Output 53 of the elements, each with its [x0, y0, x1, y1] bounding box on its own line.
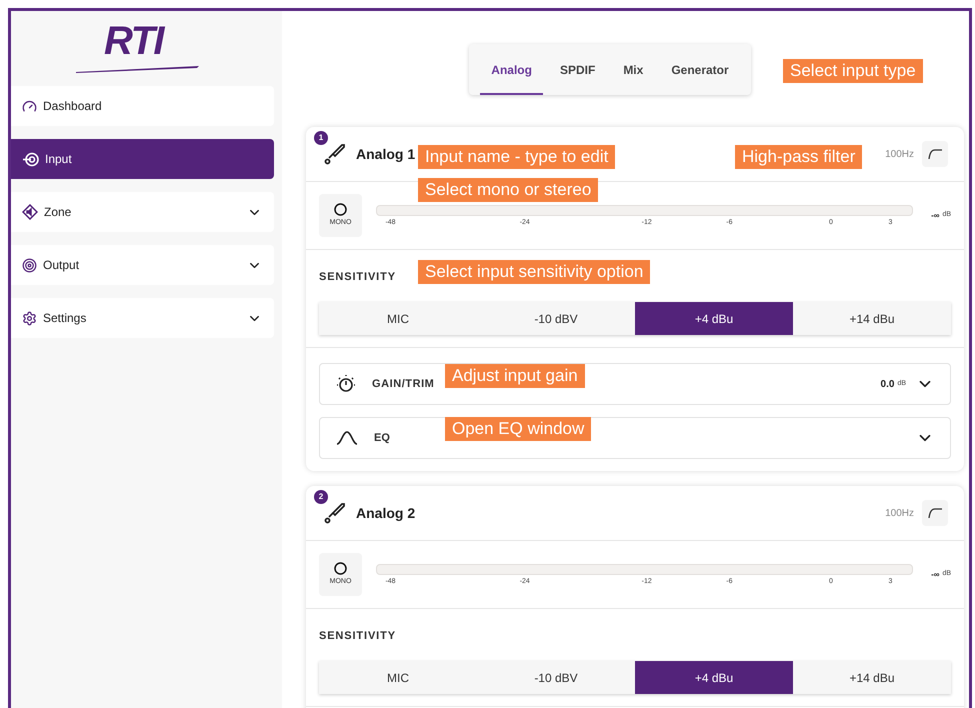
gauge-icon [22, 98, 37, 114]
annotation-label: Adjust input gain [445, 364, 585, 388]
speaker-icon [22, 204, 38, 220]
circle-icon [334, 202, 347, 216]
annotation-label: Input name - type to edit [418, 145, 616, 169]
section-heading: SENSITIVITY [319, 271, 396, 283]
high-pass-curve-icon [928, 508, 942, 518]
audio-jack-icon [324, 502, 346, 524]
annotation-label: Select input sensitivity option [418, 260, 650, 284]
target-icon [22, 258, 37, 272]
sensitivity-option[interactable]: +14 dBu [793, 661, 951, 694]
annotation-label: Select input type [783, 59, 923, 83]
row-label: GAIN/TRIM [372, 376, 434, 392]
gain-value: 0.0 [880, 378, 894, 392]
sidebar-item[interactable]: Output [11, 245, 274, 285]
settings-icon [22, 310, 37, 326]
row-label: EQ [374, 430, 390, 446]
high-pass-filter-button[interactable] [922, 500, 948, 526]
number-badge: 2 [314, 490, 328, 504]
filter-frequency: 100Hz [885, 148, 914, 162]
section-heading: SENSITIVITY [319, 630, 396, 642]
annotation-label: High-pass filter [735, 145, 862, 169]
sensitivity-option[interactable]: +4 dBu [635, 302, 793, 335]
sensitivity-option[interactable]: +14 dBu [793, 302, 951, 335]
rti-logo: RTI [74, 25, 219, 73]
sidebar-item[interactable]: Zone [11, 192, 274, 232]
knob-icon [336, 374, 356, 394]
input-type-tab[interactable]: Mix [612, 44, 654, 95]
sensitivity-option[interactable]: MIC [319, 661, 477, 694]
sensitivity-option[interactable]: +4 dBu [635, 661, 793, 694]
bell-curve-icon [336, 431, 358, 445]
input-name[interactable]: Analog 1 [356, 144, 416, 164]
input-type-tab[interactable]: SPDIF [548, 44, 606, 95]
annotation-label: Open EQ window [445, 417, 592, 441]
sidebar-item[interactable]: Input [11, 139, 274, 179]
input-type-tab[interactable]: Generator [660, 44, 740, 95]
input-name[interactable]: Analog 2 [356, 502, 416, 524]
sensitivity-option[interactable]: -10 dBV [477, 661, 635, 694]
number-badge: 1 [314, 131, 328, 145]
level-reading: -∞ [931, 210, 940, 222]
level-reading: -∞ [931, 568, 940, 580]
circle-icon [334, 562, 347, 575]
input-type-tab[interactable]: Analog [480, 44, 543, 95]
input-icon [22, 152, 39, 166]
audio-jack-icon [324, 143, 346, 165]
sidebar-item[interactable]: Settings [11, 298, 274, 338]
annotation-label: Select mono or stereo [418, 178, 598, 202]
sidebar-item[interactable]: Dashboard [11, 86, 274, 126]
high-pass-filter-button[interactable] [922, 141, 948, 167]
filter-frequency: 100Hz [885, 506, 914, 520]
sensitivity-option[interactable]: -10 dBV [477, 302, 635, 335]
high-pass-curve-icon [928, 149, 942, 159]
sensitivity-option[interactable]: MIC [319, 302, 477, 335]
